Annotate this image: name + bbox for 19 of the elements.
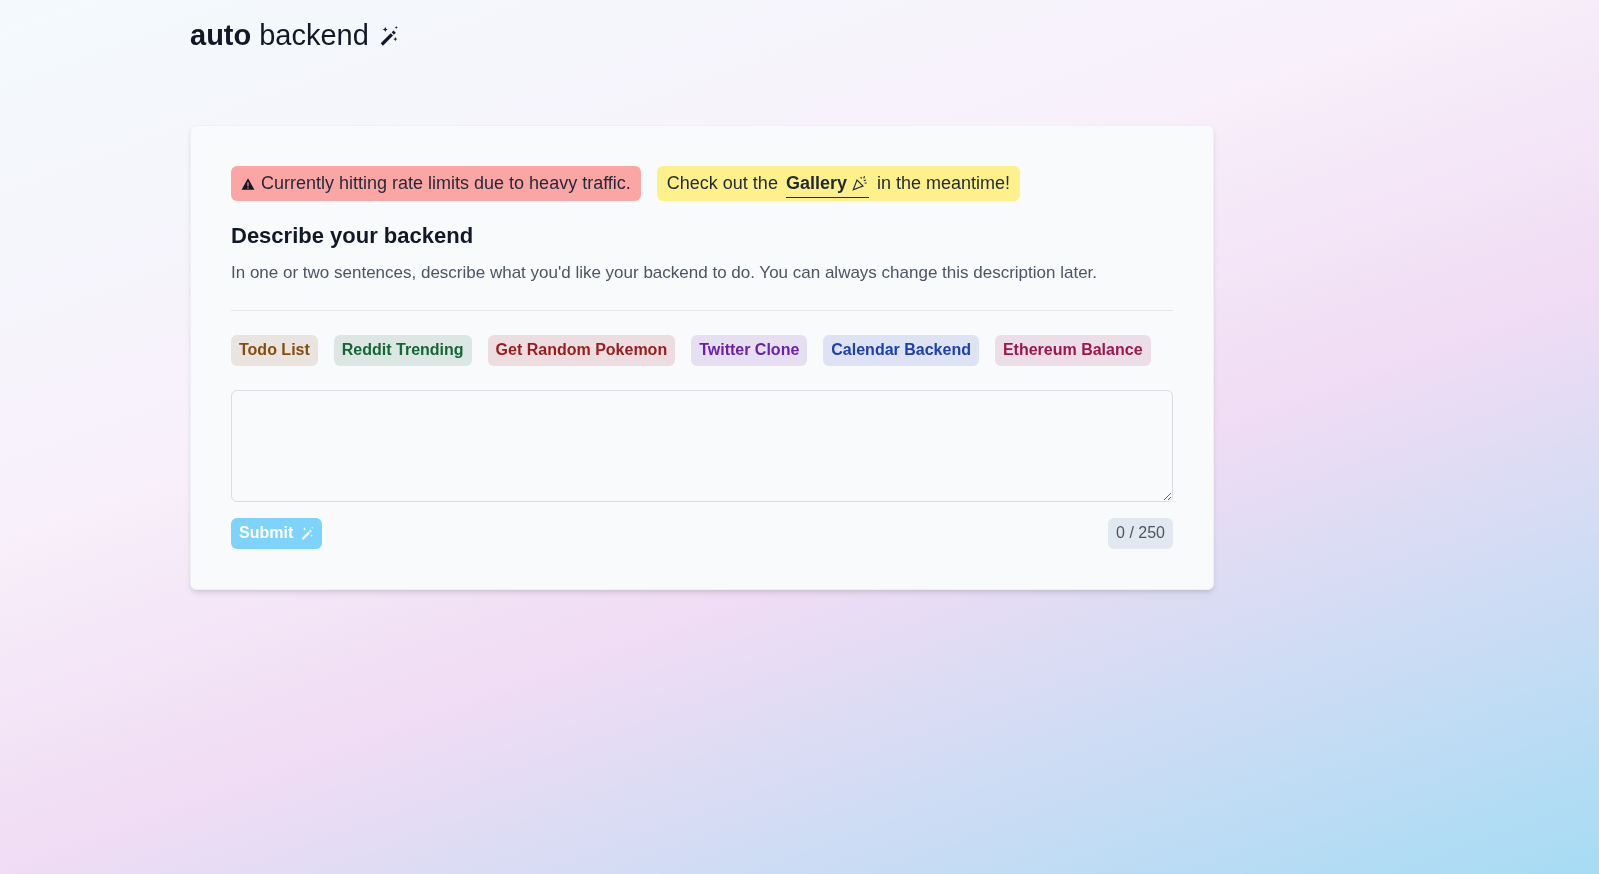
example-chip[interactable]: Todo List: [231, 334, 318, 366]
info-text: Check out the: [666, 172, 778, 195]
example-chip[interactable]: Calendar Backend: [823, 334, 979, 366]
example-chip[interactable]: Ethereum Balance: [994, 334, 1151, 366]
info-text: in the meantime!: [876, 172, 1011, 195]
gallery-link[interactable]: Gallery: [785, 169, 869, 198]
example-chip[interactable]: Reddit Trending: [333, 334, 472, 366]
magic-wand-icon: [299, 525, 315, 541]
example-chip[interactable]: Get Random Pokemon: [487, 334, 676, 366]
section-description: In one or two sentences, describe what you'd like your backend to do. You can always change this description later.: [231, 262, 1099, 284]
warning-text: Currently hitting rate limits due to heavy traffic.: [261, 172, 631, 195]
logo-text: auto: [190, 18, 252, 54]
character-counter: 0 / 250: [1108, 517, 1173, 549]
section-heading: Describe your backend: [231, 222, 475, 250]
party-popper-icon: [850, 174, 869, 192]
warning-icon: [241, 176, 255, 191]
logo-text: backend: [259, 18, 369, 54]
example-chip[interactable]: Twitter Clone: [691, 334, 808, 366]
description-input[interactable]: [231, 389, 1173, 502]
